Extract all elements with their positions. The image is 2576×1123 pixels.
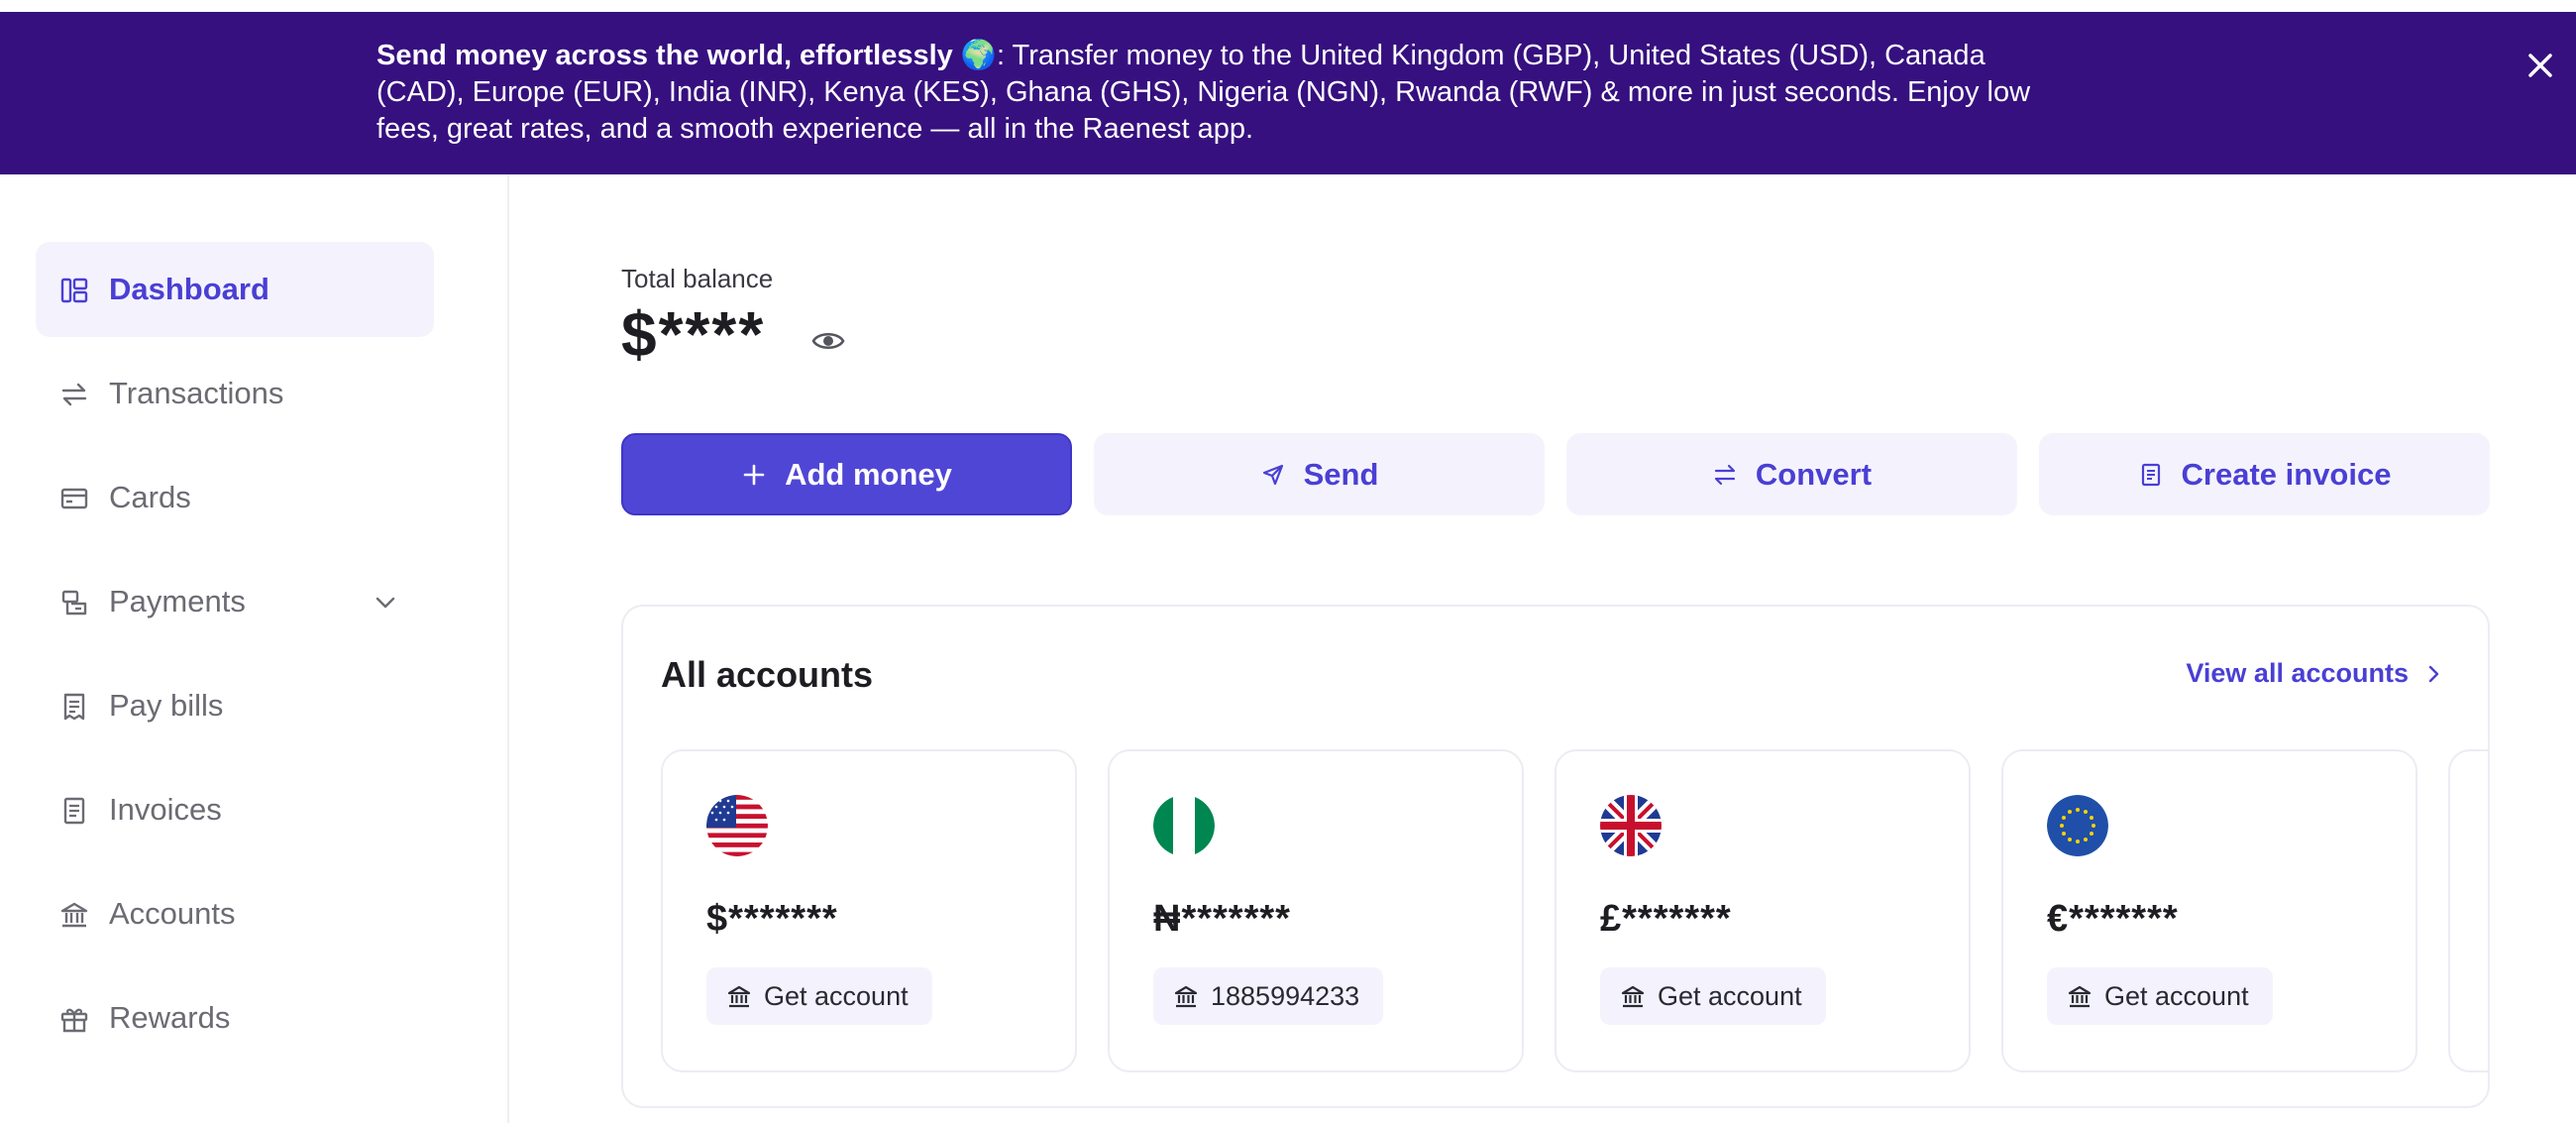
dashboard-icon xyxy=(60,278,88,303)
send-icon xyxy=(1262,464,1283,485)
promo-banner: Send money across the world, effortlessl… xyxy=(0,12,2576,174)
chip-label: 1885994233 xyxy=(1211,980,1360,1011)
send-label: Send xyxy=(1303,456,1379,492)
sidebar-item-transactions[interactable]: Transactions xyxy=(36,346,434,441)
us-flag-icon xyxy=(706,795,768,856)
convert-button[interactable]: Convert xyxy=(1566,433,2017,515)
bank-icon xyxy=(2068,985,2092,1008)
account-balance: $******* xyxy=(706,898,838,940)
card-icon xyxy=(60,488,88,509)
bank-icon xyxy=(1621,985,1645,1008)
balance-value: $**** xyxy=(621,298,766,370)
sidebar-item-label: Cards xyxy=(109,480,191,514)
get-account-button[interactable]: Get account xyxy=(2047,967,2273,1025)
sidebar-item-pay-bills[interactable]: Pay bills xyxy=(36,658,434,753)
invoice-icon xyxy=(63,797,85,825)
view-all-label: View all accounts xyxy=(2186,658,2409,688)
chevron-down-icon[interactable] xyxy=(373,590,398,616)
accounts-panel: All accounts View all accounts $******* … xyxy=(621,605,2490,1108)
account-balance: £******* xyxy=(1600,898,1732,940)
sidebar-item-label: Rewards xyxy=(109,1000,231,1035)
account-balance: €******* xyxy=(2047,898,2179,940)
ng-flag-icon xyxy=(1153,795,1215,856)
balance-label: Total balance xyxy=(621,264,774,293)
accounts-title: All accounts xyxy=(661,654,874,695)
bank-icon xyxy=(1174,985,1198,1008)
send-button[interactable]: Send xyxy=(1094,433,1545,515)
bank-icon xyxy=(727,985,751,1008)
gift-icon xyxy=(60,1008,88,1033)
chip-label: Get account xyxy=(764,980,909,1011)
uk-flag-icon xyxy=(1600,795,1662,856)
sidebar-item-dashboard[interactable]: Dashboard xyxy=(36,242,434,337)
chip-label: Get account xyxy=(1658,980,1802,1011)
sidebar-item-invoices[interactable]: Invoices xyxy=(36,762,434,857)
create-invoice-button[interactable]: Create invoice xyxy=(2039,433,2490,515)
add-money-button[interactable]: Add money xyxy=(621,433,1072,515)
chevron-right-icon xyxy=(2428,665,2439,682)
invoice-icon xyxy=(2141,463,2160,486)
sidebar-item-rewards[interactable]: Rewards xyxy=(36,970,434,1066)
eu-flag-icon xyxy=(2047,795,2108,856)
sidebar-item-label: Invoices xyxy=(109,792,222,827)
sidebar-item-cards[interactable]: Cards xyxy=(36,450,434,545)
account-card-gbp[interactable]: £******* Get account xyxy=(1555,749,1971,1072)
account-card-ngn[interactable]: ₦******* 1885994233 xyxy=(1108,749,1524,1072)
bank-icon xyxy=(60,902,88,928)
add-money-label: Add money xyxy=(785,456,952,492)
top-strip xyxy=(0,0,2576,12)
bill-icon xyxy=(63,693,85,721)
sidebar-item-accounts[interactable]: Accounts xyxy=(36,866,434,961)
eye-icon[interactable] xyxy=(810,323,846,359)
account-balance: ₦******* xyxy=(1153,898,1291,940)
sidebar-item-label: Accounts xyxy=(109,896,236,931)
account-number-chip[interactable]: 1885994233 xyxy=(1153,967,1384,1025)
sidebar: Dashboard Transactions Cards Payments Pa… xyxy=(0,174,509,1123)
banner-text: Send money across the world, effortlessl… xyxy=(376,38,2081,148)
account-card-next[interactable] xyxy=(2448,749,2488,1072)
payments-icon xyxy=(61,590,87,616)
transactions-icon xyxy=(61,383,87,406)
view-all-accounts-link[interactable]: View all accounts xyxy=(2186,658,2444,689)
sidebar-item-label: Dashboard xyxy=(109,272,269,306)
convert-label: Convert xyxy=(1755,456,1873,492)
globe-icon: 🌍 xyxy=(960,40,997,71)
sidebar-item-label: Transactions xyxy=(109,376,284,410)
create-invoice-label: Create invoice xyxy=(2181,456,2392,492)
chip-label: Get account xyxy=(2104,980,2249,1011)
sidebar-item-label: Pay bills xyxy=(109,688,224,723)
get-account-button[interactable]: Get account xyxy=(706,967,932,1025)
sidebar-item-label: Payments xyxy=(109,584,246,618)
convert-icon xyxy=(1714,464,1736,485)
sidebar-item-payments[interactable]: Payments xyxy=(36,554,434,649)
account-card-usd[interactable]: $******* Get account xyxy=(661,749,1077,1072)
close-icon[interactable] xyxy=(2517,42,2564,89)
get-account-button[interactable]: Get account xyxy=(1600,967,1826,1025)
banner-headline: Send money across the world, effortlessl… xyxy=(376,40,953,71)
account-card-eur[interactable]: €******* Get account xyxy=(2001,749,2417,1072)
plus-icon xyxy=(743,464,765,485)
